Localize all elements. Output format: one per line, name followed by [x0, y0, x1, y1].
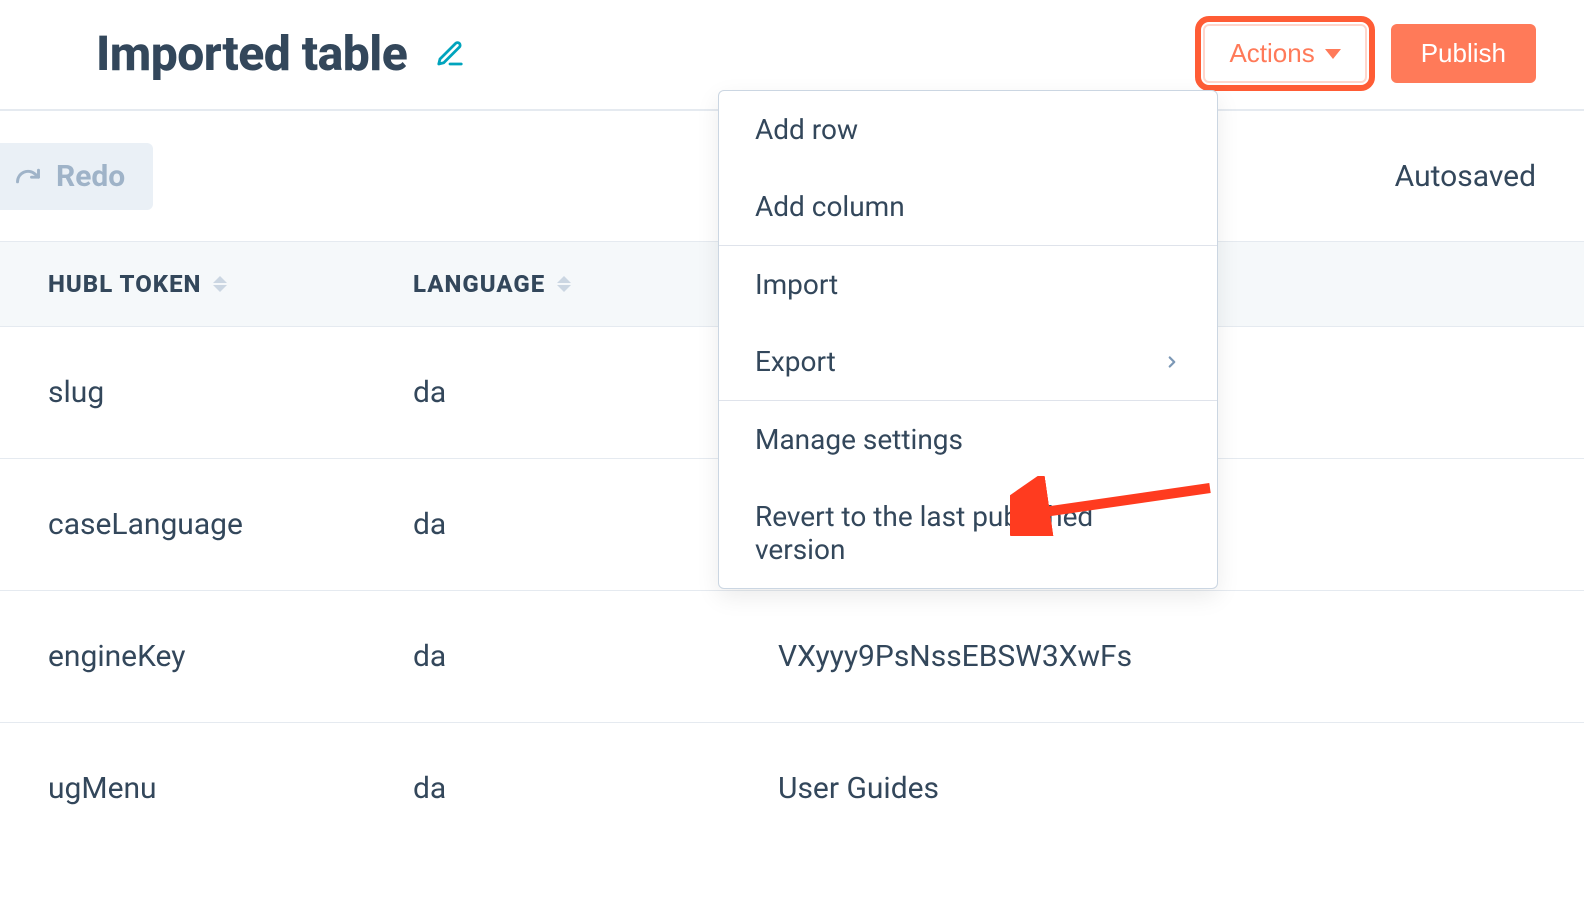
cell-value: VXyyy9PsNssEBSW3XwFs	[778, 639, 1536, 674]
title-wrap: Imported table	[96, 25, 465, 82]
dropdown-item-revert[interactable]: Revert to the last published version	[719, 478, 1217, 588]
dropdown-item-label: Add row	[755, 113, 858, 146]
dropdown-item-label: Manage settings	[755, 423, 963, 456]
caret-down-icon	[1325, 49, 1341, 59]
dropdown-item-label: Revert to the last published version	[755, 500, 1181, 566]
dropdown-item-import[interactable]: Import	[719, 246, 1217, 323]
cell-token: ugMenu	[48, 771, 413, 806]
dropdown-item-label: Import	[755, 268, 838, 301]
chevron-right-icon	[1163, 345, 1181, 378]
cell-token: engineKey	[48, 639, 413, 674]
column-header-token[interactable]: HUBL TOKEN	[48, 270, 413, 298]
cell-token: caseLanguage	[48, 507, 413, 542]
table-row[interactable]: engineKey da VXyyy9PsNssEBSW3XwFs	[0, 591, 1584, 723]
column-header-language-label: LANGUAGE	[413, 270, 545, 298]
redo-icon	[14, 162, 42, 190]
cell-token: slug	[48, 375, 413, 410]
dropdown-section: Add row Add column	[719, 91, 1217, 246]
sort-icon	[557, 276, 571, 292]
dropdown-item-manage-settings[interactable]: Manage settings	[719, 401, 1217, 478]
dropdown-item-export[interactable]: Export	[719, 323, 1217, 400]
publish-label: Publish	[1421, 38, 1506, 69]
publish-button[interactable]: Publish	[1391, 24, 1536, 83]
dropdown-item-add-column[interactable]: Add column	[719, 168, 1217, 245]
redo-label: Redo	[56, 159, 125, 194]
column-header-token-label: HUBL TOKEN	[48, 270, 201, 298]
dropdown-item-add-row[interactable]: Add row	[719, 91, 1217, 168]
page-title: Imported table	[96, 25, 407, 82]
dropdown-section: Manage settings Revert to the last publi…	[719, 401, 1217, 588]
dropdown-item-label: Export	[755, 345, 836, 378]
pencil-icon[interactable]	[435, 39, 465, 69]
cell-language: da	[413, 771, 778, 806]
cell-value: User Guides	[778, 771, 1536, 806]
autosaved-status: Autosaved	[1395, 159, 1536, 194]
cell-language: da	[413, 639, 778, 674]
actions-label: Actions	[1229, 38, 1314, 69]
actions-button[interactable]: Actions	[1203, 24, 1366, 83]
redo-button[interactable]: Redo	[0, 143, 153, 210]
dropdown-item-label: Add column	[755, 190, 905, 223]
actions-dropdown: Add row Add column Import Export Manage …	[718, 90, 1218, 589]
sort-icon	[213, 276, 227, 292]
header-actions: Actions Publish	[1203, 24, 1536, 83]
dropdown-section: Import Export	[719, 246, 1217, 401]
table-row[interactable]: ugMenu da User Guides	[0, 723, 1584, 854]
